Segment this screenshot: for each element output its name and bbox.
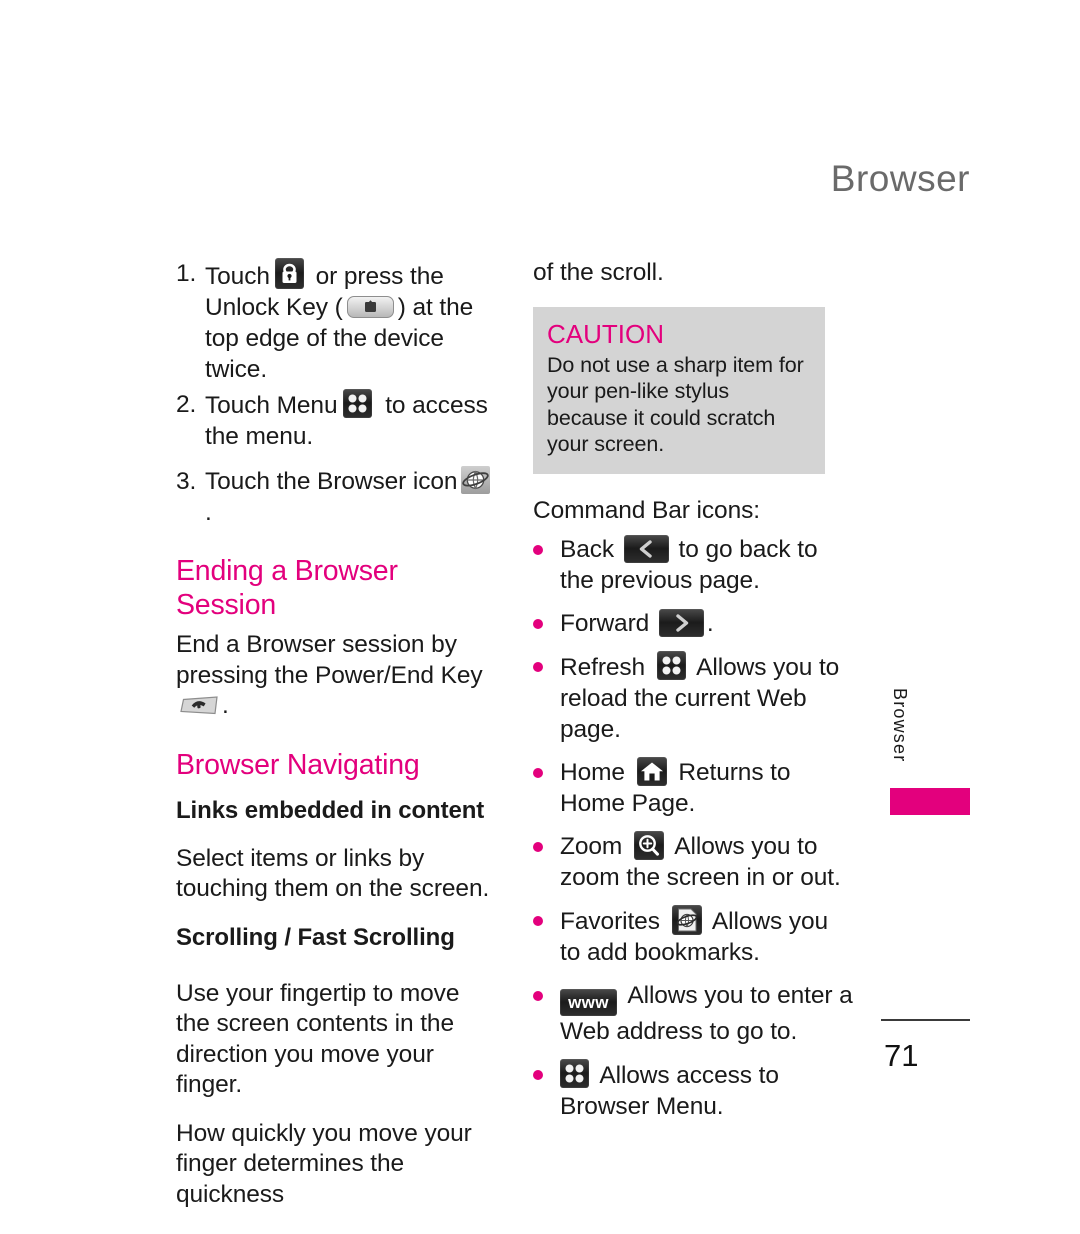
right-column: of the scroll. CAUTION Do not use a shar… — [533, 258, 853, 1134]
heading-ending-browser-session: Ending a Browser Session — [176, 555, 398, 621]
step-3-text-before: Touch the Browser icon — [205, 468, 458, 495]
command-bar-intro: Command Bar icons: — [533, 496, 760, 524]
bullet-dot-icon — [533, 905, 560, 968]
step-3-body: Touch the Browser icon . — [205, 466, 496, 528]
side-tab-marker — [890, 788, 970, 815]
www-icon: www — [560, 989, 617, 1016]
manual-page: Browser 1. Touch or press the Unlock Key… — [0, 0, 1080, 1234]
command-back-label: Back — [560, 536, 615, 563]
bullet-dot-icon — [533, 757, 560, 819]
page-number: 71 — [884, 1038, 919, 1073]
unlock-key-icon — [346, 296, 394, 318]
ending-session-paragraph: End a Browser session by pressing the Po… — [176, 630, 496, 722]
command-item-refresh: Refresh Allows you to reload the current… — [533, 651, 853, 745]
globe-browser-icon — [461, 466, 491, 494]
browser-menu-four-dots-icon — [560, 1059, 589, 1088]
step-1-body: Touch or press the Unlock Key ( ) at the… — [205, 258, 496, 385]
command-item-favorites: Favorites Allows you to add bookmarks. — [533, 905, 853, 968]
four-dots-menu-icon — [343, 389, 373, 418]
step-2-text-before: Touch Menu — [205, 392, 338, 419]
command-browser-menu-description: Allows access to Browser Menu. — [560, 1062, 779, 1120]
forward-arrow-icon — [658, 609, 704, 637]
scrolling-paragraph-1: Use your fingertip to move the screen co… — [176, 979, 460, 1099]
home-icon — [636, 757, 667, 786]
back-arrow-icon — [623, 535, 669, 563]
bullet-dot-icon — [533, 534, 560, 596]
step-1-text-before: Touch — [205, 263, 270, 290]
command-item-forward: Forward . — [533, 608, 853, 639]
bullet-dot-icon — [533, 1059, 560, 1122]
command-home-label: Home — [560, 759, 625, 786]
command-item-browser-menu: Allows access to Browser Menu. — [533, 1059, 853, 1122]
side-tab-label: Browser — [890, 688, 910, 763]
subheading-scrolling: Scrolling / Fast Scrolling — [176, 923, 455, 951]
heading-browser-navigating: Browser Navigating — [176, 748, 420, 781]
power-end-key-icon — [178, 694, 220, 718]
step-3-marker: 3. — [176, 468, 197, 495]
step-2: 2. Touch Menu to access the menu. — [176, 389, 496, 452]
bullet-dot-icon — [533, 831, 560, 893]
command-forward-label: Forward — [560, 610, 650, 637]
command-favorites-label: Favorites — [560, 908, 660, 935]
zoom-magnifier-icon — [633, 831, 664, 860]
command-item-home: Home Returns to Home Page. — [533, 757, 853, 819]
bullet-dot-icon — [533, 608, 560, 639]
ending-session-text-end: . — [222, 692, 229, 719]
step-3: 3. Touch the Browser icon . — [176, 466, 496, 528]
lock-icon — [274, 258, 304, 289]
step-1: 1. Touch or press the Unlock Key () at … — [176, 258, 496, 385]
refresh-four-dots-icon — [656, 651, 686, 680]
subheading-links-embedded: Links embedded in content — [176, 796, 485, 824]
command-item-www: www Allows you to enter a Web address to… — [533, 980, 853, 1047]
ending-session-text: End a Browser session by pressing the Po… — [176, 631, 483, 689]
command-item-zoom: Zoom Allows you to zoom the screen in or… — [533, 831, 853, 893]
favorites-icon — [671, 905, 702, 935]
step-3-text-after: . — [205, 499, 212, 526]
continuation-paragraph: of the scroll. — [533, 259, 664, 286]
bullet-dot-icon — [533, 980, 560, 1047]
bullet-dot-icon — [533, 651, 560, 745]
command-forward-description: . — [706, 610, 714, 637]
caution-body: Do not use a sharp item for your pen-lik… — [547, 352, 804, 457]
caution-box: CAUTION Do not use a sharp item for your… — [533, 306, 825, 474]
step-1-marker: 1. — [176, 260, 197, 287]
step-2-body: Touch Menu to access the menu. — [205, 389, 496, 452]
command-item-back: Back to go back to the previous page. — [533, 534, 853, 596]
caution-title: CAUTION — [547, 318, 664, 349]
command-refresh-label: Refresh — [560, 654, 646, 681]
command-zoom-label: Zoom — [560, 833, 623, 860]
scrolling-paragraph-2: How quickly you move your finger determi… — [176, 1119, 472, 1208]
step-2-marker: 2. — [176, 391, 197, 418]
left-column: 1. Touch or press the Unlock Key () at … — [176, 258, 496, 1210]
chapter-header: Browser — [830, 158, 970, 199]
footer-rule — [881, 1019, 970, 1021]
links-embedded-paragraph: Select items or links by touching them o… — [176, 844, 490, 903]
